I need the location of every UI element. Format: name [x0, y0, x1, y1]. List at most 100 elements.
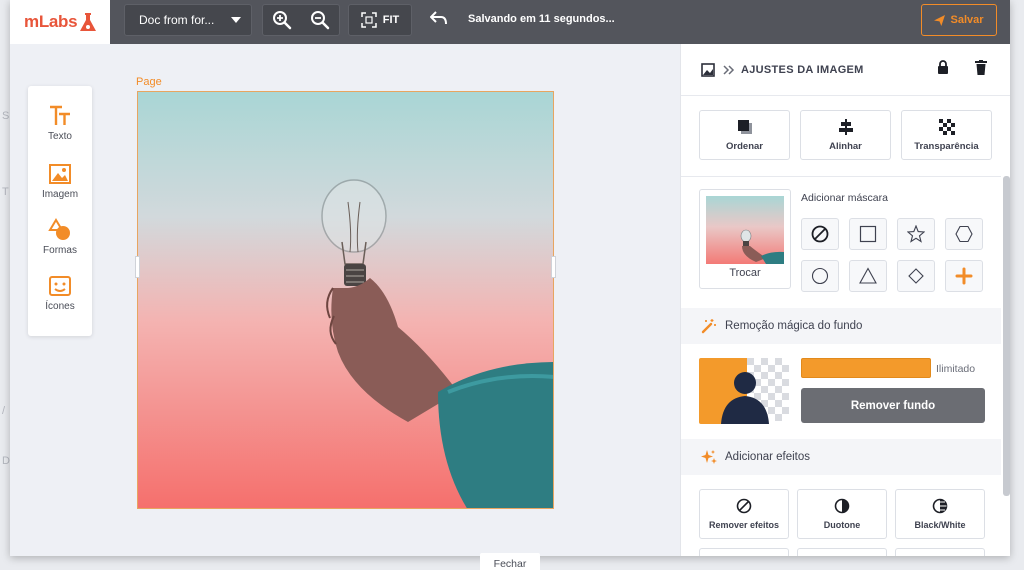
effects-list-more: [699, 548, 985, 556]
mask-thumbnail-photo: [706, 196, 784, 264]
magic-removal-header: Remoção mágica do fundo: [681, 308, 1001, 344]
emoji-icon: [49, 276, 71, 296]
logo-text: mLabs: [24, 12, 78, 31]
lightbulb-photo[interactable]: [138, 92, 554, 509]
order-button[interactable]: Ordenar: [699, 110, 790, 160]
effect-label: Remover efeitos: [708, 520, 780, 530]
mask-none-button[interactable]: [801, 218, 839, 250]
zoom-in-icon[interactable]: [272, 10, 292, 30]
mask-hexagon-button[interactable]: [945, 218, 983, 250]
page-label: Page: [136, 76, 162, 88]
triangle-icon: [859, 267, 877, 284]
black-white-icon: [932, 498, 948, 514]
transparency-icon: [938, 118, 955, 135]
divider: [681, 176, 1001, 177]
magic-removal-title: Remoção mágica do fundo: [725, 320, 863, 332]
mask-triangle-button[interactable]: [849, 260, 887, 292]
editor-modal: mLabs Doc from for... FIT Salvando em 11…: [10, 0, 1010, 556]
mask-plus-button[interactable]: [945, 260, 983, 292]
plus-icon: [955, 267, 973, 285]
remove-effects-button[interactable]: Remover efeitos: [699, 489, 789, 539]
text-icon: [50, 105, 70, 125]
undo-icon[interactable]: [430, 10, 448, 26]
duotone-button[interactable]: Duotone: [797, 489, 887, 539]
sparkles-icon: [701, 450, 717, 464]
align-icon: [838, 118, 853, 135]
effects-title: Adicionar efeitos: [725, 451, 811, 463]
shapes-icon: [48, 218, 70, 240]
tool-label: Texto: [48, 131, 72, 142]
zoom-controls: [262, 4, 340, 36]
tool-icons[interactable]: Ícones: [28, 274, 92, 312]
tool-text[interactable]: Texto: [28, 104, 92, 142]
panel-title: AJUSTES DA IMAGEM: [741, 63, 864, 76]
transparency-button[interactable]: Transparência: [901, 110, 992, 160]
document-select[interactable]: Doc from for...: [124, 4, 252, 36]
background-removal-preview: [699, 358, 789, 424]
magic-wand-icon: [701, 319, 716, 334]
effect-label: Black/White: [914, 520, 966, 530]
double-chevron-right-icon: [723, 64, 735, 75]
no-effect-icon: [736, 498, 752, 514]
star-icon: [907, 225, 925, 243]
mask-circle-button[interactable]: [801, 260, 839, 292]
tool-shapes[interactable]: Formas: [28, 218, 92, 256]
circle-icon: [811, 267, 829, 285]
mask-star-button[interactable]: [897, 218, 935, 250]
background-ghost-text: T: [2, 186, 9, 198]
effect-button[interactable]: [699, 548, 789, 556]
mask-diamond-button[interactable]: [897, 260, 935, 292]
transparency-label: Transparência: [914, 140, 979, 152]
effect-button[interactable]: [895, 548, 985, 556]
effects-header: Adicionar efeitos: [681, 439, 1001, 475]
tool-image[interactable]: Imagem: [28, 162, 92, 200]
tool-label: Ícones: [45, 301, 75, 312]
top-toolbar: mLabs Doc from for... FIT Salvando em 11…: [10, 0, 1010, 44]
background-ghost-text: /: [2, 405, 6, 417]
mask-title: Adicionar máscara: [801, 192, 888, 204]
fit-button[interactable]: FIT: [348, 4, 412, 36]
effect-button[interactable]: [797, 548, 887, 556]
resize-handle-left[interactable]: [135, 256, 140, 278]
mask-thumbnail: [706, 196, 784, 264]
zoom-out-icon[interactable]: [310, 10, 330, 30]
layers-icon: [737, 119, 752, 134]
autosave-status: Salvando em 11 segundos...: [468, 13, 615, 25]
effects-list: Remover efeitos Duotone Black/White: [699, 489, 985, 539]
panel-scrollbar[interactable]: [1003, 176, 1010, 496]
background-ghost-text: S: [2, 110, 10, 122]
fit-label: FIT: [382, 14, 400, 26]
design-page[interactable]: [137, 91, 554, 509]
canvas-area: Texto Imagem Formas Ícones Page: [10, 44, 680, 556]
remove-background-button[interactable]: Remover fundo: [801, 388, 985, 423]
resize-handle-right[interactable]: [551, 256, 556, 278]
black-white-button[interactable]: Black/White: [895, 489, 985, 539]
image-icon: [701, 62, 715, 77]
trash-icon[interactable]: [975, 60, 987, 75]
background-ghost-text: D: [2, 455, 10, 467]
arrange-actions: Ordenar Alinhar Transparência: [699, 110, 992, 160]
square-icon: [859, 225, 877, 243]
mask-shape-grid: [801, 218, 983, 292]
duotone-icon: [834, 498, 850, 514]
image-settings-panel: AJUSTES DA IMAGEM Ordenar Alinhar Transp…: [680, 44, 1010, 556]
swap-image-button[interactable]: Trocar: [700, 267, 790, 279]
tool-label: Formas: [43, 245, 77, 256]
person-silhouette-preview: [699, 358, 789, 424]
lock-icon[interactable]: [937, 60, 949, 75]
diamond-icon: [908, 268, 924, 284]
mask-preview: Trocar: [699, 189, 791, 289]
tool-sidebar: Texto Imagem Formas Ícones: [28, 86, 92, 336]
logo[interactable]: mLabs: [10, 0, 110, 44]
quota-bar: [801, 358, 931, 378]
save-button[interactable]: Salvar: [921, 4, 997, 36]
align-button[interactable]: Alinhar: [800, 110, 891, 160]
save-label: Salvar: [950, 14, 984, 26]
mask-square-button[interactable]: [849, 218, 887, 250]
chevron-down-icon: [231, 17, 241, 23]
close-button[interactable]: Fechar: [480, 553, 540, 570]
image-icon: [49, 164, 71, 184]
fit-screen-icon: [361, 12, 377, 28]
align-label: Alinhar: [829, 140, 862, 152]
tool-label: Imagem: [41, 189, 79, 200]
